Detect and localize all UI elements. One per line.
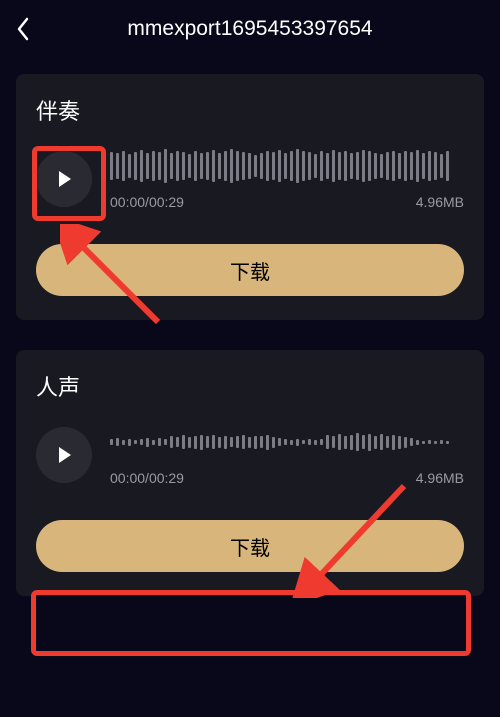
track-time: 00:00/00:29 <box>110 470 184 486</box>
player-row: 00:00/00:29 4.96MB <box>36 148 464 210</box>
track-card: 伴奏 00:00/00:29 4.96MB 下载 <box>16 74 484 320</box>
download-button[interactable]: 下载 <box>36 244 464 296</box>
download-button[interactable]: 下载 <box>36 520 464 572</box>
play-button[interactable] <box>36 151 92 207</box>
track-size: 4.96MB <box>416 194 464 210</box>
play-button[interactable] <box>36 427 92 483</box>
track-title: 人声 <box>36 370 464 402</box>
back-icon[interactable] <box>16 17 30 41</box>
annotation-highlight-box <box>31 590 471 656</box>
track-card: 人声 00:00/00:29 4.96MB 下载 <box>16 350 484 596</box>
page-title: mmexport1695453397654 <box>0 17 500 41</box>
player-row: 00:00/00:29 4.96MB <box>36 424 464 486</box>
waveform[interactable] <box>110 148 464 184</box>
track-title: 伴奏 <box>36 94 464 126</box>
waveform[interactable] <box>110 424 464 460</box>
track-size: 4.96MB <box>416 470 464 486</box>
header: mmexport1695453397654 <box>0 0 500 58</box>
track-time: 00:00/00:29 <box>110 194 184 210</box>
